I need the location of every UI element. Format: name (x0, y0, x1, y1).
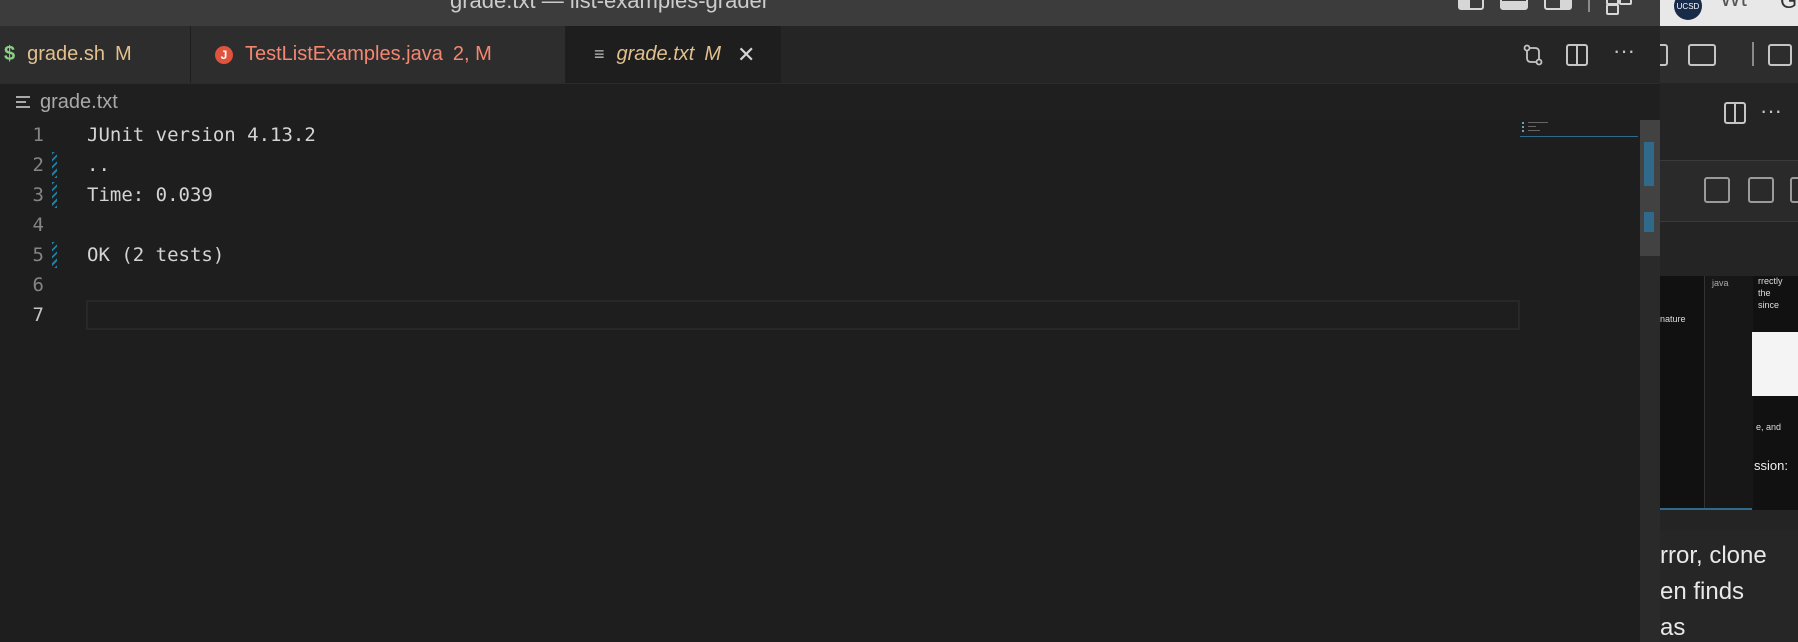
line-text: JUnit version 4.13.2 (87, 124, 316, 146)
tab-testlistexamples-java[interactable]: J TestListExamples.java 2, M (191, 26, 566, 83)
line-text: OK (2 tests) (87, 244, 225, 266)
text-fragment: since (1758, 300, 1780, 310)
layout-icon[interactable] (1660, 44, 1668, 66)
shell-file-icon: $ (4, 43, 16, 65)
line-text: Time: 0.039 (87, 184, 213, 206)
text-fragment: nature (1660, 314, 1686, 324)
problems-badge: 2, M (452, 43, 492, 65)
text-fragment: ssion: (1754, 458, 1788, 473)
editor-line[interactable]: 6 (0, 270, 1520, 300)
current-line-highlight (86, 300, 1520, 330)
tab-label: grade.txt (616, 43, 695, 65)
line-number: 3 (32, 184, 44, 206)
close-icon[interactable]: ✕ (737, 42, 755, 68)
tab-label: TestListExamples.java (245, 43, 443, 65)
editor-line[interactable]: 2 .. (0, 150, 1520, 180)
vertical-scrollbar[interactable] (1640, 120, 1660, 642)
browser-tab-fragment[interactable]: G (1780, 0, 1797, 14)
screenshot-column (1704, 276, 1753, 510)
customize-layout-icon[interactable] (1606, 0, 1632, 15)
line-number: 1 (32, 124, 44, 146)
gutter-change-marker[interactable] (52, 242, 57, 268)
editor-line[interactable]: 3 Time: 0.039 (0, 180, 1520, 210)
adjacent-window: UCSD Wt G ··· java rrectly the since nat… (1660, 0, 1798, 642)
layout-icon[interactable] (1704, 177, 1730, 203)
split-editor-icon[interactable] (1724, 102, 1746, 124)
divider (1660, 508, 1752, 510)
layout-icon[interactable] (1748, 177, 1774, 203)
ucsd-logo-icon: UCSD (1674, 0, 1702, 20)
split-editor-icon[interactable] (1566, 43, 1588, 66)
toggle-panel-icon[interactable] (1500, 0, 1528, 10)
scrollbar-change-marker (1644, 212, 1654, 232)
breadcrumb-file[interactable]: grade.txt (40, 91, 118, 114)
editor-line[interactable]: 1 JUnit version 4.13.2 (0, 120, 1520, 150)
line-number: 7 (32, 304, 44, 326)
title-bar: grade.txt — list-examples-grader (0, 0, 1660, 26)
doc-text: en finds (1660, 578, 1745, 605)
line-number: 2 (32, 154, 44, 176)
tab-grade-txt[interactable]: ≡ grade.txt M ✕ (566, 26, 781, 83)
layout-icon[interactable] (1790, 177, 1798, 203)
breadcrumb: grade.txt (16, 90, 118, 114)
doc-text-area: rror, clone en finds as (1660, 530, 1798, 642)
window-title: grade.txt — list-examples-grader (450, 0, 770, 13)
editor-tab-bar: $ grade.sh M J TestListExamples.java 2, … (0, 26, 1660, 84)
scrollbar-change-marker (1644, 142, 1654, 186)
doc-text: rror, clone (1660, 542, 1767, 569)
line-number: 5 (32, 244, 44, 266)
screenshot-dialog (1752, 332, 1798, 396)
open-changes-icon[interactable] (1522, 44, 1544, 66)
scrollbar-thumb[interactable] (1640, 120, 1660, 256)
browser-tab-fragment[interactable]: Wt (1720, 0, 1747, 12)
doc-text: as (1660, 614, 1686, 641)
java-label: java (1712, 278, 1729, 288)
tab-label: grade.sh (27, 43, 105, 65)
modified-badge: M (704, 43, 722, 65)
layout-band (1660, 160, 1798, 222)
divider (1752, 42, 1754, 66)
text-editor[interactable]: 1 JUnit version 4.13.2 2 .. 3 Time: 0.03… (0, 120, 1660, 642)
toggle-secondary-sidebar-icon[interactable] (1544, 0, 1572, 10)
minimap[interactable] (1520, 120, 1638, 137)
tab-grade-sh[interactable]: $ grade.sh M (0, 26, 191, 83)
modified-badge: M (114, 43, 132, 65)
text-fragment: e, and (1756, 422, 1782, 432)
java-file-icon: J (215, 45, 233, 64)
line-number: 6 (32, 274, 44, 296)
editor-line[interactable]: 4 (0, 210, 1520, 240)
toggle-primary-sidebar-icon[interactable] (1458, 0, 1484, 10)
line-text: .. (87, 154, 110, 176)
editor-actions: ··· (1522, 26, 1660, 83)
editor-line-current[interactable]: 7 (0, 300, 1520, 330)
editor-line[interactable]: 5 OK (2 tests) (0, 240, 1520, 270)
more-actions-icon[interactable]: ··· (1760, 98, 1782, 124)
text-fragment: the (1758, 288, 1771, 298)
embedded-screenshot: java rrectly the since nature e, and ssi… (1660, 276, 1798, 510)
more-actions-icon[interactable]: ··· (1610, 39, 1638, 66)
text-file-icon: ≡ (594, 44, 605, 64)
divider (1588, 0, 1590, 12)
gutter-change-marker[interactable] (52, 152, 57, 178)
customize-layout-icon[interactable] (1768, 44, 1792, 66)
toggle-secondary-sidebar-icon[interactable] (1688, 44, 1716, 66)
text-fragment: rrectly (1758, 276, 1783, 286)
text-file-icon (16, 95, 30, 109)
browser-tab-strip: UCSD Wt G (1660, 0, 1798, 26)
gutter-change-marker[interactable] (52, 182, 57, 208)
line-number: 4 (32, 214, 44, 236)
